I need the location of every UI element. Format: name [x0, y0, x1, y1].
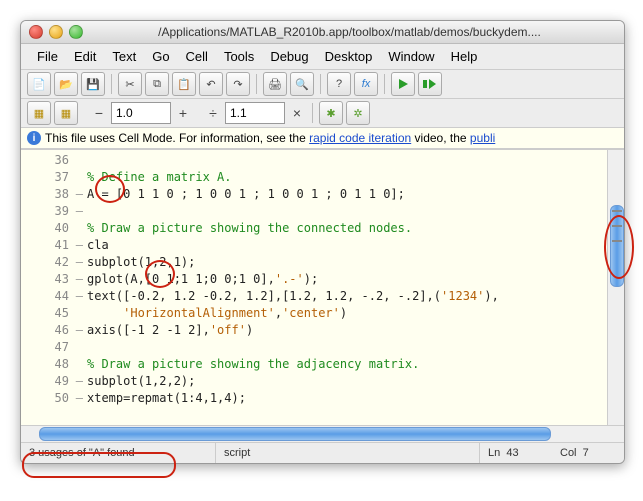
menu-bar: File Edit Text Go Cell Tools Debug Deskt… — [21, 44, 624, 69]
find-button[interactable]: 🔍 — [290, 72, 314, 96]
increment-box-1[interactable]: 1.0 — [111, 102, 171, 124]
menu-desktop[interactable]: Desktop — [317, 47, 381, 66]
line-number: 40 — [21, 220, 73, 237]
code-line[interactable]: xtemp=repmat(1:4,1,4); — [87, 390, 607, 407]
cell-toolbar: ▦ ▦ − 1.0 + ÷ 1.1 × ✱ ✲ — [21, 98, 624, 127]
help-button[interactable]: ? — [327, 72, 351, 96]
editor-window: /Applications/MATLAB_R2010b.app/toolbox/… — [20, 20, 625, 464]
menu-go[interactable]: Go — [144, 47, 177, 66]
undo-button[interactable]: ↶ — [199, 72, 223, 96]
code-line[interactable] — [87, 203, 607, 220]
code-line[interactable]: gplot(A,[0 1;1 1;0 0;1 0],'.-'); — [87, 271, 607, 288]
info-icon: i — [27, 131, 41, 145]
menu-edit[interactable]: Edit — [66, 47, 104, 66]
line-number: 41– — [21, 237, 73, 254]
horizontal-scrollbar[interactable] — [21, 425, 624, 442]
cell-publish2-button[interactable]: ✲ — [346, 101, 370, 125]
separator — [111, 74, 112, 94]
code-line[interactable]: A = [0 1 1 0 ; 1 0 0 1 ; 1 0 0 1 ; 0 1 1… — [87, 186, 607, 203]
info-bar: i This file uses Cell Mode. For informat… — [21, 127, 624, 149]
line-gutter: 363738–39–4041–42–43–44–4546–474849–50– — [21, 150, 73, 425]
separator — [320, 74, 321, 94]
status-bar: 3 usages of "A" found script Ln 43 Col 7 — [21, 442, 624, 463]
paste-button[interactable]: 📋 — [172, 72, 196, 96]
cell-publish-button[interactable]: ✱ — [319, 101, 343, 125]
line-number: 47 — [21, 339, 73, 356]
eval-cell-button[interactable]: ▦ — [27, 101, 51, 125]
line-number: 50– — [21, 390, 73, 407]
cut-button[interactable]: ✂ — [118, 72, 142, 96]
code-area[interactable]: % Define a matrix A.A = [0 1 1 0 ; 1 0 0… — [73, 150, 607, 425]
code-line[interactable]: axis([-1 2 -1 2],'off') — [87, 322, 607, 339]
scrollbar-thumb[interactable] — [39, 427, 551, 441]
fx-button[interactable]: fx — [354, 72, 378, 96]
redo-button[interactable]: ↷ — [226, 72, 250, 96]
code-marker — [612, 240, 622, 242]
new-file-button[interactable]: 📄 — [27, 72, 51, 96]
status-usages: 3 usages of "A" found — [21, 443, 216, 463]
increment-box-2[interactable]: 1.1 — [225, 102, 285, 124]
increase-button[interactable]: + — [174, 103, 192, 123]
menu-cell[interactable]: Cell — [178, 47, 216, 66]
code-line[interactable]: % Draw a picture showing the adjacency m… — [87, 356, 607, 373]
code-line[interactable]: cla — [87, 237, 607, 254]
info-link-2[interactable]: publi — [470, 131, 495, 145]
code-line[interactable]: 'HorizontalAlignment','center') — [87, 305, 607, 322]
copy-button[interactable]: ⧉ — [145, 72, 169, 96]
menu-tools[interactable]: Tools — [216, 47, 262, 66]
status-col: Col 7 — [552, 443, 624, 463]
line-number: 46– — [21, 322, 73, 339]
info-link-1[interactable]: rapid code iteration — [309, 131, 411, 145]
traffic-lights — [29, 25, 83, 39]
line-number: 36 — [21, 152, 73, 169]
code-line[interactable] — [87, 339, 607, 356]
line-number: 49– — [21, 373, 73, 390]
divide-button[interactable]: ÷ — [204, 103, 222, 123]
code-marker — [612, 225, 622, 227]
status-line: Ln 43 — [480, 443, 552, 463]
line-number: 38– — [21, 186, 73, 203]
status-type: script — [216, 443, 480, 463]
code-line[interactable]: % Define a matrix A. — [87, 169, 607, 186]
menu-window[interactable]: Window — [380, 47, 442, 66]
line-number: 48 — [21, 356, 73, 373]
line-number: 42– — [21, 254, 73, 271]
main-toolbar: 📄 📂 💾 ✂ ⧉ 📋 ↶ ↷ 🖨 🔍 ? fx — [21, 69, 624, 98]
code-editor: 363738–39–4041–42–43–44–4546–474849–50– … — [21, 149, 624, 425]
multiply-button[interactable]: × — [288, 103, 306, 123]
vertical-scrollbar[interactable] — [607, 150, 624, 425]
code-line[interactable]: subplot(1,2,1); — [87, 254, 607, 271]
save-button[interactable]: 💾 — [81, 72, 105, 96]
line-number: 37 — [21, 169, 73, 186]
titlebar[interactable]: /Applications/MATLAB_R2010b.app/toolbox/… — [21, 21, 624, 44]
menu-text[interactable]: Text — [104, 47, 144, 66]
separator — [312, 103, 313, 123]
close-icon[interactable] — [29, 25, 43, 39]
code-line[interactable]: subplot(1,2,2); — [87, 373, 607, 390]
menu-file[interactable]: File — [29, 47, 66, 66]
open-button[interactable]: 📂 — [54, 72, 78, 96]
code-marker — [612, 210, 622, 212]
scrollbar-thumb[interactable] — [610, 205, 624, 287]
decrease-button[interactable]: − — [90, 103, 108, 123]
line-number: 39– — [21, 203, 73, 220]
code-line[interactable]: text([-0.2, 1.2 -0.2, 1.2],[1.2, 1.2, -.… — [87, 288, 607, 305]
window-title: /Applications/MATLAB_R2010b.app/toolbox/… — [83, 25, 616, 39]
run-button[interactable] — [391, 72, 415, 96]
print-button[interactable]: 🖨 — [263, 72, 287, 96]
separator — [384, 74, 385, 94]
code-line[interactable]: % Draw a picture showing the connected n… — [87, 220, 607, 237]
menu-help[interactable]: Help — [443, 47, 486, 66]
info-text: This file uses Cell Mode. For informatio… — [45, 131, 495, 145]
line-number: 43– — [21, 271, 73, 288]
line-number: 44– — [21, 288, 73, 305]
separator — [256, 74, 257, 94]
eval-cell-advance-button[interactable]: ▦ — [54, 101, 78, 125]
minimize-icon[interactable] — [49, 25, 63, 39]
code-line[interactable] — [87, 152, 607, 169]
menu-debug[interactable]: Debug — [262, 47, 316, 66]
zoom-icon[interactable] — [69, 25, 83, 39]
run-section-button[interactable] — [418, 72, 442, 96]
line-number: 45 — [21, 305, 73, 322]
